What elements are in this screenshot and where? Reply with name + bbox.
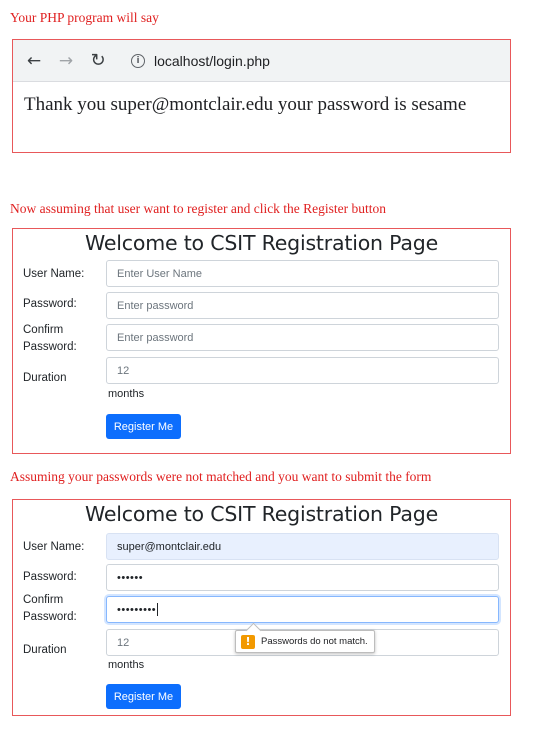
caption-register-intro: Now assuming that user want to register … [10,201,387,216]
thank-you-message: Thank you super@montclair.edu your passw… [24,94,467,115]
duration-value: 12 [117,364,130,377]
username-input[interactable]: super@montclair.edu [106,533,499,560]
registration-form-empty: Welcome to CSIT Registration Page User N… [12,228,511,454]
caption-php-result: Your PHP program will say [10,10,159,25]
text-caret [157,603,159,616]
duration-value: 12 [117,636,130,649]
form-title: Welcome to CSIT Registration Page [85,231,438,255]
confirm-password-label: Confirm Password: [23,323,77,354]
username-input[interactable]: Enter User Name [106,260,499,287]
caption-mismatch-intro: Assuming your passwords were not matched… [10,469,432,484]
password-placeholder: Enter password [117,299,194,312]
password-label: Password: [23,298,77,310]
duration-unit: months [108,388,145,400]
address-bar[interactable]: i localhost/login.php [123,45,510,76]
duration-input[interactable]: 12 [106,357,499,384]
form-title: Welcome to CSIT Registration Page [85,502,438,526]
duration-unit: months [108,659,145,671]
warning-icon: ! [241,634,255,649]
confirm-label-line2: Password: [23,341,77,353]
password-label: Password: [23,571,77,583]
confirm-label-line1: Confirm [23,324,64,336]
back-arrow-icon[interactable]: ← [23,51,45,71]
validation-tooltip: ! Passwords do not match. [235,630,375,653]
confirm-password-input[interactable]: Enter password [106,324,499,351]
username-placeholder: Enter User Name [117,267,202,280]
username-label: User Name: [23,268,85,280]
url-text: localhost/login.php [154,52,270,69]
password-input[interactable]: •••••• [106,564,499,591]
duration-label: Duration [23,644,67,656]
password-input[interactable]: Enter password [106,292,499,319]
reload-icon[interactable]: ↻ [87,50,109,71]
info-icon[interactable]: i [131,53,145,68]
register-button[interactable]: Register Me [106,414,181,439]
password-value: •••••• [117,571,144,584]
duration-label: Duration [23,372,67,384]
validation-message: Passwords do not match. [261,636,368,647]
browser-result-panel: ← → ↻ i localhost/login.php Thank you su… [12,39,511,153]
username-label: User Name: [23,541,85,553]
register-button[interactable]: Register Me [106,684,181,709]
confirm-password-label: Confirm Password: [23,593,77,624]
confirm-value: ••••••••• [117,603,157,616]
confirm-placeholder: Enter password [117,331,194,344]
confirm-label-line1: Confirm [23,594,64,606]
browser-toolbar: ← → ↻ i localhost/login.php [13,40,510,82]
username-value: super@montclair.edu [117,540,222,553]
confirm-label-line2: Password: [23,611,77,623]
forward-arrow-icon[interactable]: → [55,51,77,71]
registration-form-mismatch: Welcome to CSIT Registration Page User N… [12,499,511,716]
confirm-password-input[interactable]: ••••••••• [106,596,499,623]
